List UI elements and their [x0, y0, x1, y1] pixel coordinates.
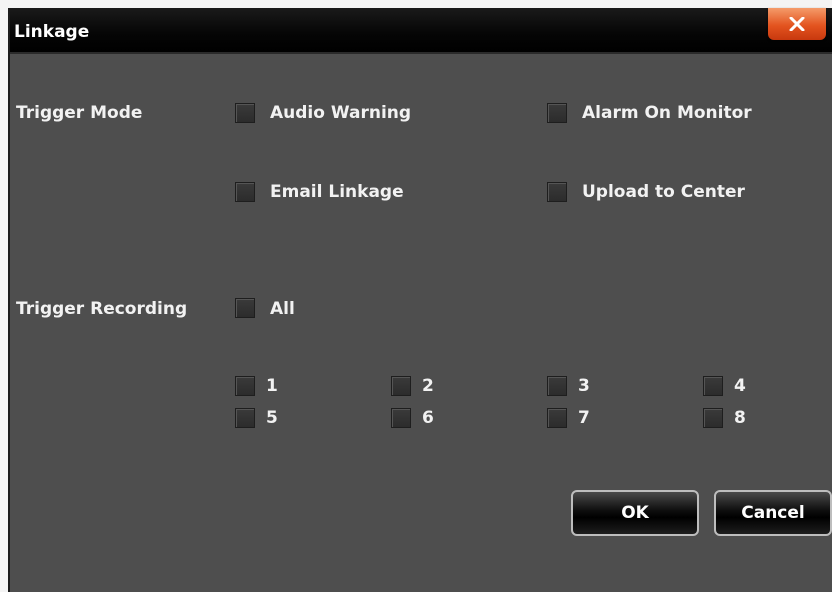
ok-button[interactable]: OK — [571, 490, 699, 536]
channel-8-checkbox[interactable] — [703, 408, 723, 428]
channel-4-checkbox[interactable] — [703, 376, 723, 396]
linkage-dialog: Linkage Trigger Mode Audio Warning Alarm… — [8, 8, 832, 592]
channel-1-checkbox[interactable] — [235, 376, 255, 396]
audio-warning-checkbox[interactable] — [235, 103, 255, 123]
channel-8-label: 8 — [734, 408, 746, 428]
cancel-button[interactable]: Cancel — [714, 490, 832, 536]
close-icon — [789, 17, 805, 31]
channel-4-label: 4 — [734, 376, 746, 396]
close-button[interactable] — [768, 8, 826, 40]
audio-warning-label: Audio Warning — [270, 103, 412, 123]
channel-2-label: 2 — [422, 376, 434, 396]
title-bar[interactable]: Linkage — [10, 8, 832, 54]
alarm-on-monitor-checkbox[interactable] — [547, 103, 567, 123]
channel-5-label: 5 — [266, 408, 278, 428]
upload-to-center-checkbox[interactable] — [547, 182, 567, 202]
email-linkage-label: Email Linkage — [270, 182, 404, 202]
alarm-on-monitor-label: Alarm On Monitor — [582, 103, 752, 123]
email-linkage-checkbox[interactable] — [235, 182, 255, 202]
channel-7-checkbox[interactable] — [547, 408, 567, 428]
trigger-recording-label: Trigger Recording — [16, 299, 188, 319]
all-channels-label: All — [270, 299, 295, 319]
all-channels-checkbox[interactable] — [235, 298, 255, 318]
channel-6-label: 6 — [422, 408, 434, 428]
channel-3-checkbox[interactable] — [547, 376, 567, 396]
window-title: Linkage — [14, 22, 90, 42]
trigger-mode-label: Trigger Mode — [16, 103, 143, 123]
channel-1-label: 1 — [266, 376, 278, 396]
channel-3-label: 3 — [578, 376, 590, 396]
channel-2-checkbox[interactable] — [391, 376, 411, 396]
upload-to-center-label: Upload to Center — [582, 182, 745, 202]
channel-7-label: 7 — [578, 408, 590, 428]
channel-5-checkbox[interactable] — [235, 408, 255, 428]
channel-6-checkbox[interactable] — [391, 408, 411, 428]
